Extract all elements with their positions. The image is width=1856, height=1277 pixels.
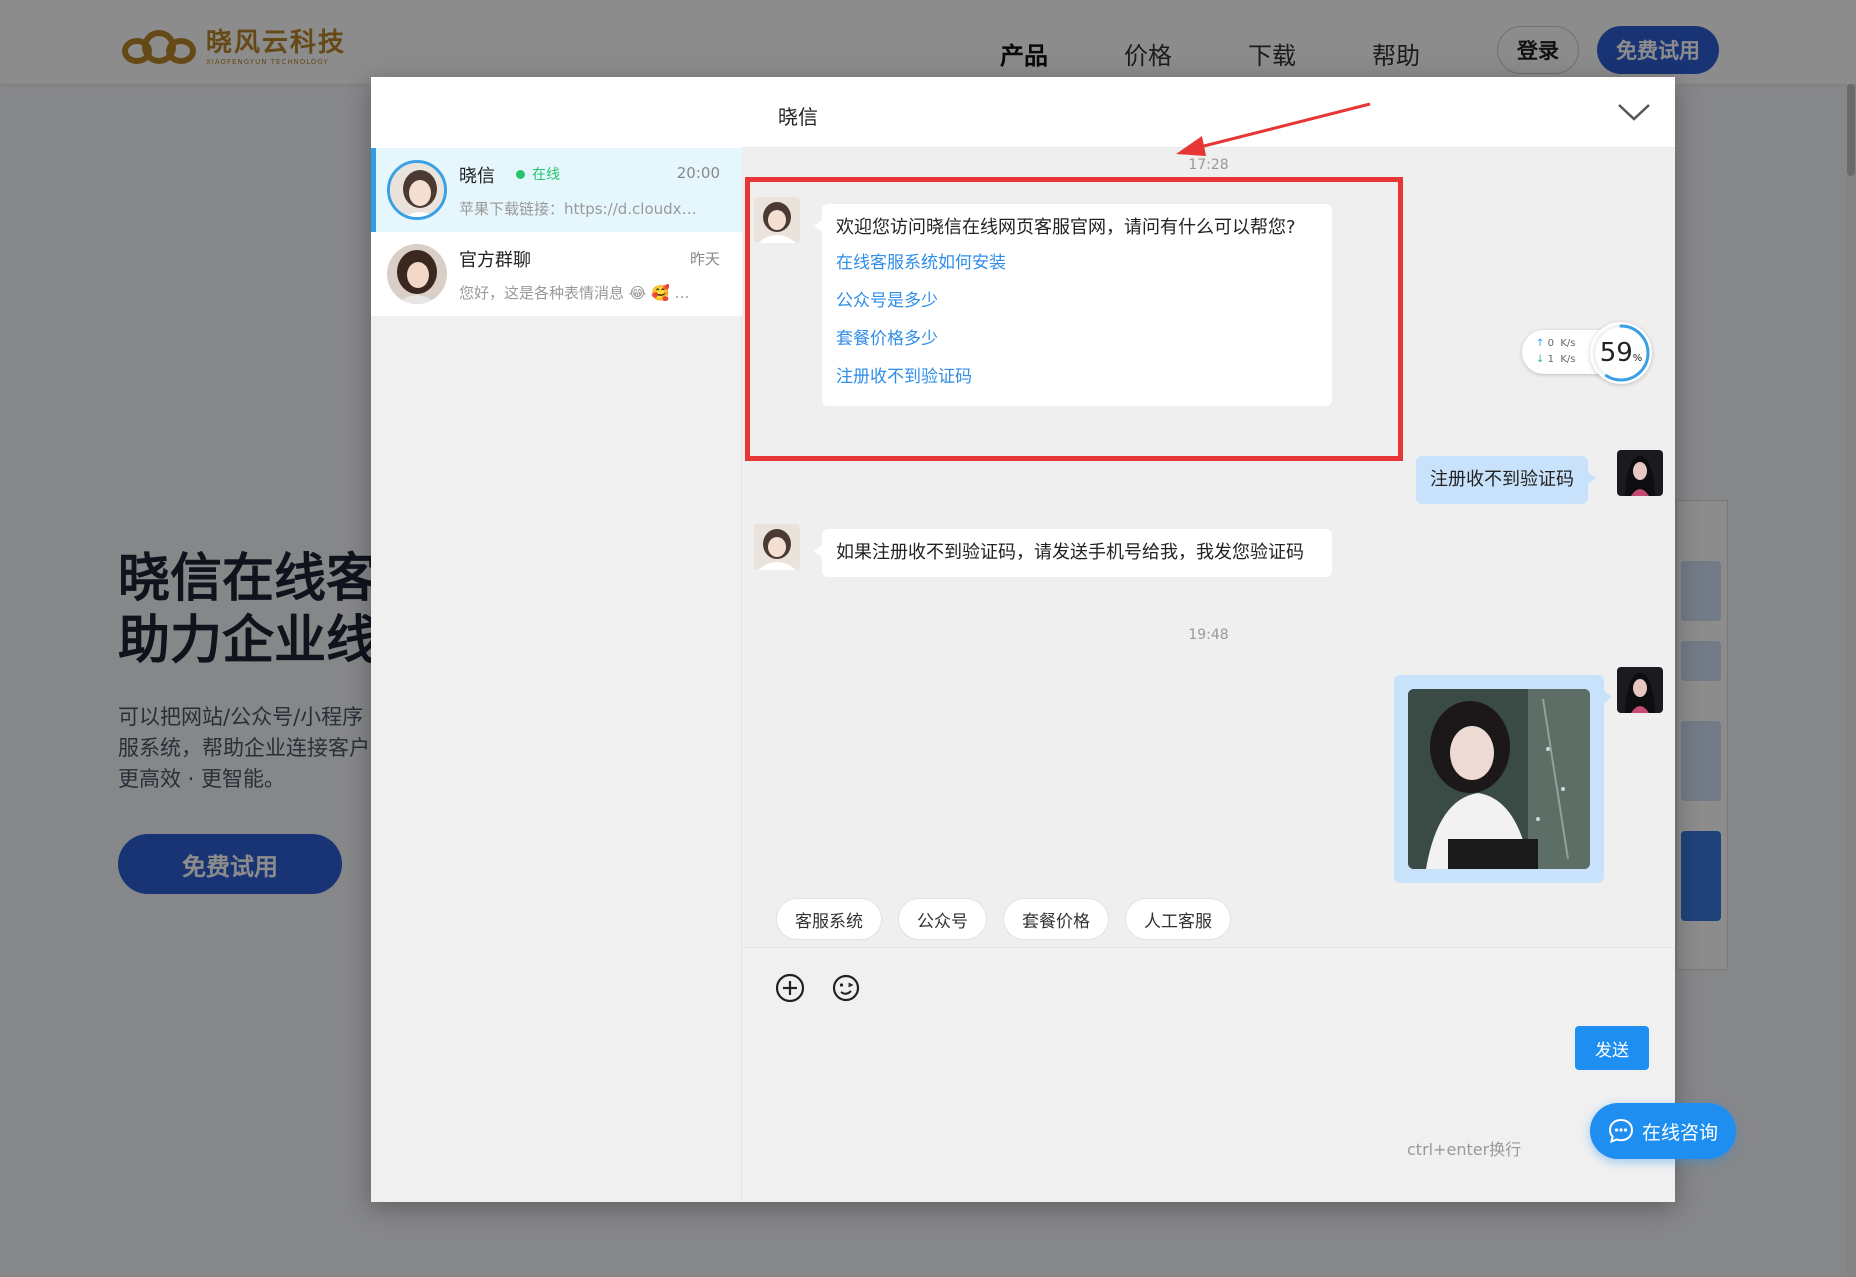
chat-modal: 晓信 在线 20:00 苹果下载链接：https://d.cloudxiao.c… bbox=[371, 77, 1675, 1202]
percent-sign: % bbox=[1632, 353, 1643, 364]
user-message-text: 注册收不到验证码 bbox=[1430, 469, 1574, 490]
download-unit: K/s bbox=[1560, 354, 1576, 365]
memory-usage-ring: 59% bbox=[1590, 322, 1652, 384]
plus-circle-icon[interactable] bbox=[774, 972, 806, 1004]
quick-reply-customer-service[interactable]: 客服系统 bbox=[776, 898, 882, 940]
conversation-item-xiaoxin[interactable]: 晓信 在线 20:00 苹果下载链接：https://d.cloudxiao.c… bbox=[371, 148, 742, 232]
user-message-bubble: 注册收不到验证码 bbox=[1416, 456, 1596, 504]
chat-title: 晓信 bbox=[778, 105, 818, 129]
message-timestamp: 17:28 bbox=[1188, 157, 1229, 173]
photo-image[interactable] bbox=[1408, 689, 1590, 869]
sidebar-header bbox=[371, 77, 742, 148]
conversation-name: 官方群聊 bbox=[459, 250, 531, 271]
agent-reply-text: 如果注册收不到验证码，请发送手机号给我，我发您验证码 bbox=[836, 542, 1304, 563]
conversation-time: 20:00 bbox=[676, 164, 720, 182]
faq-link-official-account[interactable]: 公众号是多少 bbox=[836, 282, 1318, 320]
message-input-area[interactable]: 发送 ctrl+enter换行 bbox=[742, 947, 1675, 1202]
user-avatar bbox=[1617, 667, 1663, 713]
avatar bbox=[387, 160, 447, 220]
newline-hint: ctrl+enter换行 bbox=[1407, 1140, 1522, 1159]
chat-header: 晓信 bbox=[742, 77, 1675, 148]
conversation-preview: 苹果下载链接：https://d.cloudxiao.com/ios bbox=[459, 200, 699, 218]
network-speed-widget[interactable]: ↑ 0 K/s ↓ 1 K/s 59% bbox=[1522, 322, 1654, 384]
chat-bubble-icon bbox=[1608, 1118, 1634, 1144]
download-speed: 1 bbox=[1547, 354, 1554, 365]
chevron-down-icon[interactable] bbox=[1617, 99, 1651, 123]
faq-link-install[interactable]: 在线客服系统如何安装 bbox=[836, 244, 1318, 282]
quick-reply-chips: 客服系统 公众号 套餐价格 人工客服 bbox=[776, 898, 1231, 940]
avatar bbox=[387, 244, 447, 304]
conversation-preview: 您好，这是各种表情消息 😂 🥰 … bbox=[459, 284, 690, 302]
conversation-item-official-group[interactable]: 官方群聊 昨天 您好，这是各种表情消息 😂 🥰 … bbox=[371, 232, 742, 316]
send-button[interactable]: 发送 bbox=[1575, 1026, 1649, 1070]
upload-unit: K/s bbox=[1560, 338, 1576, 349]
emoji-icon[interactable] bbox=[830, 972, 862, 1004]
welcome-message-text: 欢迎您访问晓信在线网页客服官网，请问有什么可以帮您? bbox=[836, 217, 1296, 238]
agent-avatar bbox=[754, 197, 800, 243]
chat-panel: 晓信 17:28 欢迎您访问晓信在线网页客服官网，请问有什么可以帮您? 在线客服… bbox=[742, 77, 1675, 1202]
online-consult-button[interactable]: 在线咨询 bbox=[1590, 1103, 1736, 1159]
upload-speed: 0 bbox=[1547, 338, 1554, 349]
quick-reply-official-account[interactable]: 公众号 bbox=[898, 898, 987, 940]
agent-avatar bbox=[754, 524, 800, 570]
message-timestamp: 19:48 bbox=[1188, 627, 1229, 643]
conversation-name: 晓信 bbox=[459, 166, 495, 187]
user-image-message[interactable] bbox=[1394, 675, 1612, 883]
conversation-sidebar: 晓信 在线 20:00 苹果下载链接：https://d.cloudxiao.c… bbox=[371, 77, 742, 1202]
online-status-label: 在线 bbox=[532, 167, 560, 183]
online-consult-label: 在线咨询 bbox=[1642, 1121, 1719, 1144]
user-avatar bbox=[1617, 450, 1663, 496]
conversation-time: 昨天 bbox=[689, 250, 720, 268]
faq-link-pricing[interactable]: 套餐价格多少 bbox=[836, 320, 1318, 358]
agent-reply-bubble: 如果注册收不到验证码，请发送手机号给我，我发您验证码 bbox=[814, 529, 1332, 577]
usage-percent: 59 bbox=[1599, 338, 1633, 368]
welcome-message-bubble: 欢迎您访问晓信在线网页客服官网，请问有什么可以帮您? 在线客服系统如何安装 公众… bbox=[814, 204, 1332, 406]
quick-reply-pricing[interactable]: 套餐价格 bbox=[1003, 898, 1109, 940]
quick-reply-human-agent[interactable]: 人工客服 bbox=[1125, 898, 1231, 940]
faq-link-verification-code[interactable]: 注册收不到验证码 bbox=[836, 358, 1318, 396]
online-status-dot bbox=[516, 170, 525, 179]
